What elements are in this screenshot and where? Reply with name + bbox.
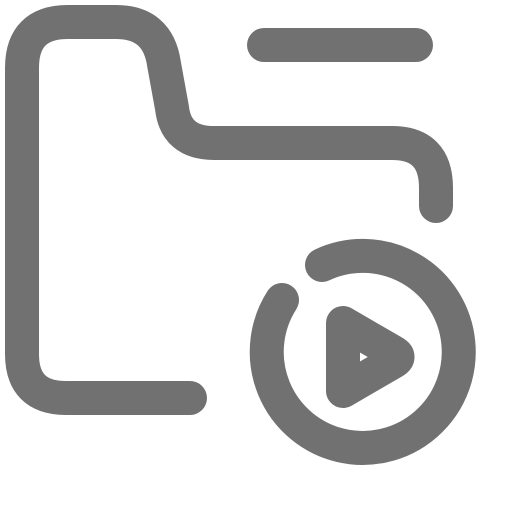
folder-play-icon [5, 5, 476, 465]
play-triangle [326, 306, 415, 408]
icon-canvas [0, 0, 512, 512]
